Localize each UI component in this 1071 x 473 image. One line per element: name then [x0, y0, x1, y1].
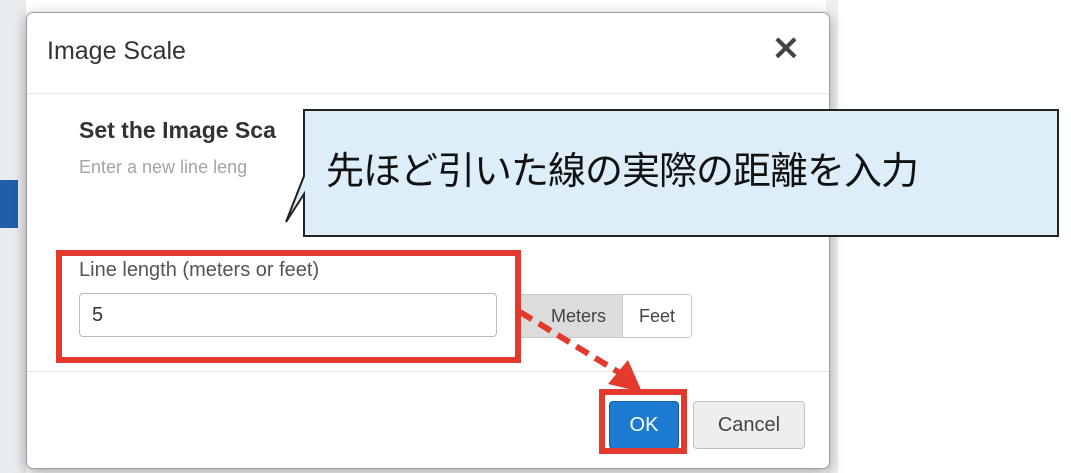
arrow-dashed-line	[518, 309, 630, 381]
callout-text: 先ほど引いた線の実際の距離を入力	[326, 149, 919, 193]
arrow-head-icon	[608, 360, 642, 392]
highlight-input-box	[56, 250, 521, 363]
highlight-ok-box	[599, 389, 687, 454]
annotation-overlay	[285, 109, 1059, 392]
